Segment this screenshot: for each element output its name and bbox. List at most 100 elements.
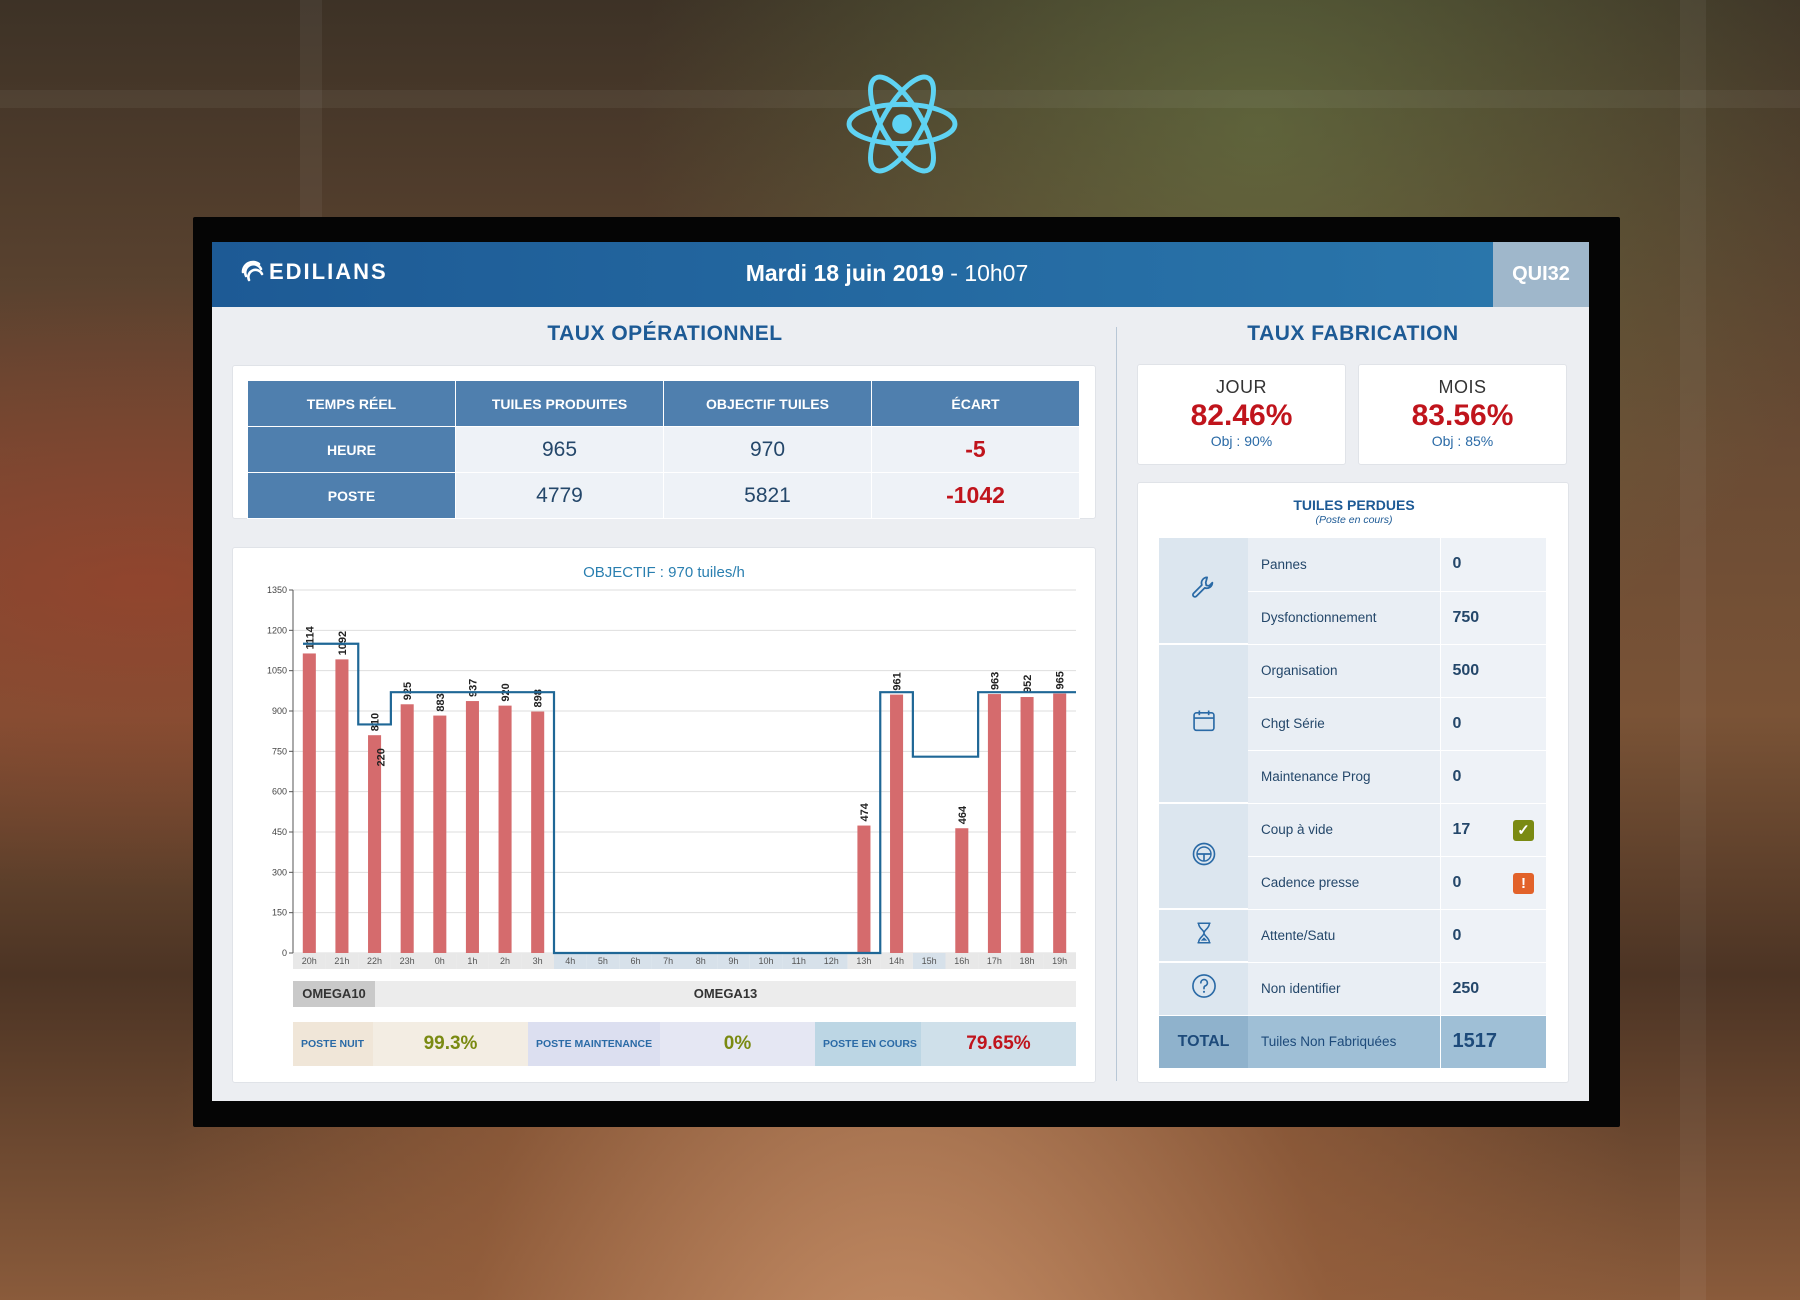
- gap-value: -1042: [871, 472, 1080, 519]
- x-tick-label: 22h: [367, 956, 382, 966]
- table-row: Organisation 500: [1159, 644, 1546, 804]
- bar-label: 961: [892, 672, 904, 690]
- column-header: ÉCART: [871, 380, 1080, 427]
- x-tick-label: 21h: [334, 956, 349, 966]
- rate-value: 82.46%: [1190, 399, 1293, 432]
- chart-bar: [987, 694, 1001, 953]
- table-row: POSTE 4779 5821 -1042: [247, 472, 1080, 519]
- chart-bar: [1020, 697, 1034, 953]
- table-row: Non identifier 250: [1159, 962, 1546, 1016]
- loss-number: 0: [1452, 714, 1462, 732]
- bar-label: 464: [957, 805, 969, 824]
- rate-label: JOUR: [1216, 377, 1267, 397]
- y-tick-label: 1350: [267, 585, 287, 595]
- chart-bar: [400, 704, 414, 953]
- brand-name: EDILIANS: [269, 259, 388, 284]
- lost-tiles-title: TUILES PERDUES: [1293, 497, 1415, 513]
- y-tick-label: 750: [272, 746, 287, 756]
- wrench-icon: [1191, 576, 1213, 598]
- check-status-icon[interactable]: ✓: [1513, 819, 1534, 841]
- row-label: HEURE: [247, 426, 456, 473]
- poste-label: POSTE NUIT: [293, 1022, 373, 1066]
- loss-value: 0: [1440, 909, 1546, 963]
- header-bar: EDILIANS Mardi 18 juin 2019 - 10h07 QUI3…: [212, 242, 1589, 307]
- x-tick-label: 16h: [954, 956, 969, 966]
- bar-label: 965: [1055, 671, 1067, 689]
- column-divider: [1116, 327, 1117, 1081]
- group-cell: [1159, 962, 1248, 1016]
- bar-label: 963: [989, 672, 1001, 690]
- poste-value: 99.3%: [373, 1022, 528, 1066]
- chart-panel: OBJECTIF : 970 tuiles/h 0 150 300 450 600 750…: [232, 547, 1096, 1083]
- total-label: TOTAL: [1159, 1015, 1248, 1069]
- chart-bar: [302, 653, 316, 953]
- loss-label: Coup à vide: [1248, 803, 1441, 857]
- bar-label: 810: [370, 713, 382, 731]
- x-tick-label: 8h: [696, 956, 706, 966]
- y-tick-label: 1050: [267, 666, 287, 676]
- operational-title: TAUX OPÉRATIONNEL: [547, 322, 783, 345]
- dashboard-screen: EDILIANS Mardi 18 juin 2019 - 10h07 QUI3…: [212, 242, 1589, 1101]
- loss-value: 750: [1440, 591, 1546, 645]
- rate-objective: Obj : 90%: [1210, 433, 1273, 449]
- x-tick-label: 7h: [663, 956, 673, 966]
- total-name: Tuiles Non Fabriquées: [1248, 1015, 1441, 1069]
- poste-summary: POSTE NUIT 99.3% POSTE MAINTENANCE 0% PO…: [293, 1022, 1076, 1066]
- fabrication-title: TAUX FABRICATION: [1247, 322, 1459, 345]
- loss-label: Pannes: [1248, 538, 1441, 592]
- x-tick-label: 1h: [467, 956, 477, 966]
- loss-number: 750: [1452, 608, 1480, 626]
- warning-status-icon[interactable]: !: [1513, 872, 1534, 894]
- loss-label: Cadence presse: [1248, 856, 1441, 910]
- chart-bar: [368, 735, 382, 953]
- x-tick-label: 10h: [759, 956, 774, 966]
- loss-label: Dysfonctionnement: [1248, 591, 1441, 645]
- gap-value: -5: [871, 426, 1080, 473]
- poste-value: 0%: [660, 1022, 815, 1066]
- bar-label: 952: [1022, 675, 1034, 693]
- y-tick-label: 450: [272, 827, 287, 837]
- loss-value: 500: [1440, 644, 1546, 698]
- chart-bar: [531, 711, 545, 953]
- y-tick-label: 300: [272, 867, 287, 877]
- loss-number: 250: [1452, 979, 1480, 997]
- x-tick-label: 23h: [400, 956, 415, 966]
- poste-value: 79.65%: [921, 1022, 1076, 1066]
- loss-label: Organisation: [1248, 644, 1441, 698]
- chart-bar: [433, 715, 447, 953]
- bar-label: 1114: [304, 625, 316, 649]
- x-tick-label: 0h: [435, 956, 445, 966]
- loss-label: Attente/Satu: [1248, 909, 1441, 963]
- row-label: POSTE: [247, 472, 456, 519]
- question-icon: [1191, 974, 1216, 999]
- x-tick-label: 5h: [598, 956, 608, 966]
- chart-bar: [890, 694, 904, 953]
- calendar-icon: [1192, 710, 1215, 732]
- production-chart: 0 150 300 450 600 750 900 1050 1200 1350 20h 21h 22h…: [267, 585, 1076, 969]
- column-header: OBJECTIF TUILES: [663, 380, 872, 427]
- y-tick-label: 600: [272, 787, 287, 797]
- table-row: Pannes 0: [1159, 538, 1546, 645]
- column-header: TEMPS RÉEL: [247, 380, 456, 427]
- bar-label: 220: [376, 748, 388, 766]
- rate-box-mois: MOIS 83.56% Obj : 85%: [1358, 364, 1567, 465]
- loss-value: 0: [1440, 697, 1546, 751]
- machine-code[interactable]: QUI32: [1493, 242, 1589, 307]
- fabrication-rates: JOUR 82.46% Obj : 90% MOIS 83.56% Obj : …: [1137, 364, 1569, 465]
- lost-tiles-panel: TUILES PERDUES (Poste en cours) Pannes 0…: [1137, 482, 1569, 1083]
- loss-number: 0: [1452, 926, 1462, 944]
- poste-label: POSTE EN COURS: [815, 1022, 921, 1066]
- chart-bar: [335, 659, 349, 953]
- header-time: 10h07: [964, 260, 1029, 286]
- rate-objective: Obj : 85%: [1431, 433, 1494, 449]
- background-beam: [1680, 0, 1706, 1300]
- y-tick-label: 150: [272, 908, 287, 918]
- chart-bar: [1053, 693, 1067, 953]
- shift-row: OMEGA10 OMEGA13: [293, 981, 1076, 1007]
- lost-tiles-subtitle: (Poste en cours): [1315, 514, 1393, 526]
- y-tick-label: 1200: [267, 625, 287, 635]
- x-tick-label: 11h: [792, 956, 806, 966]
- loss-value: 17 ✓: [1440, 803, 1546, 857]
- total-row: TOTAL Tuiles Non Fabriquées 1517: [1159, 1015, 1546, 1069]
- header-separator: -: [950, 260, 958, 286]
